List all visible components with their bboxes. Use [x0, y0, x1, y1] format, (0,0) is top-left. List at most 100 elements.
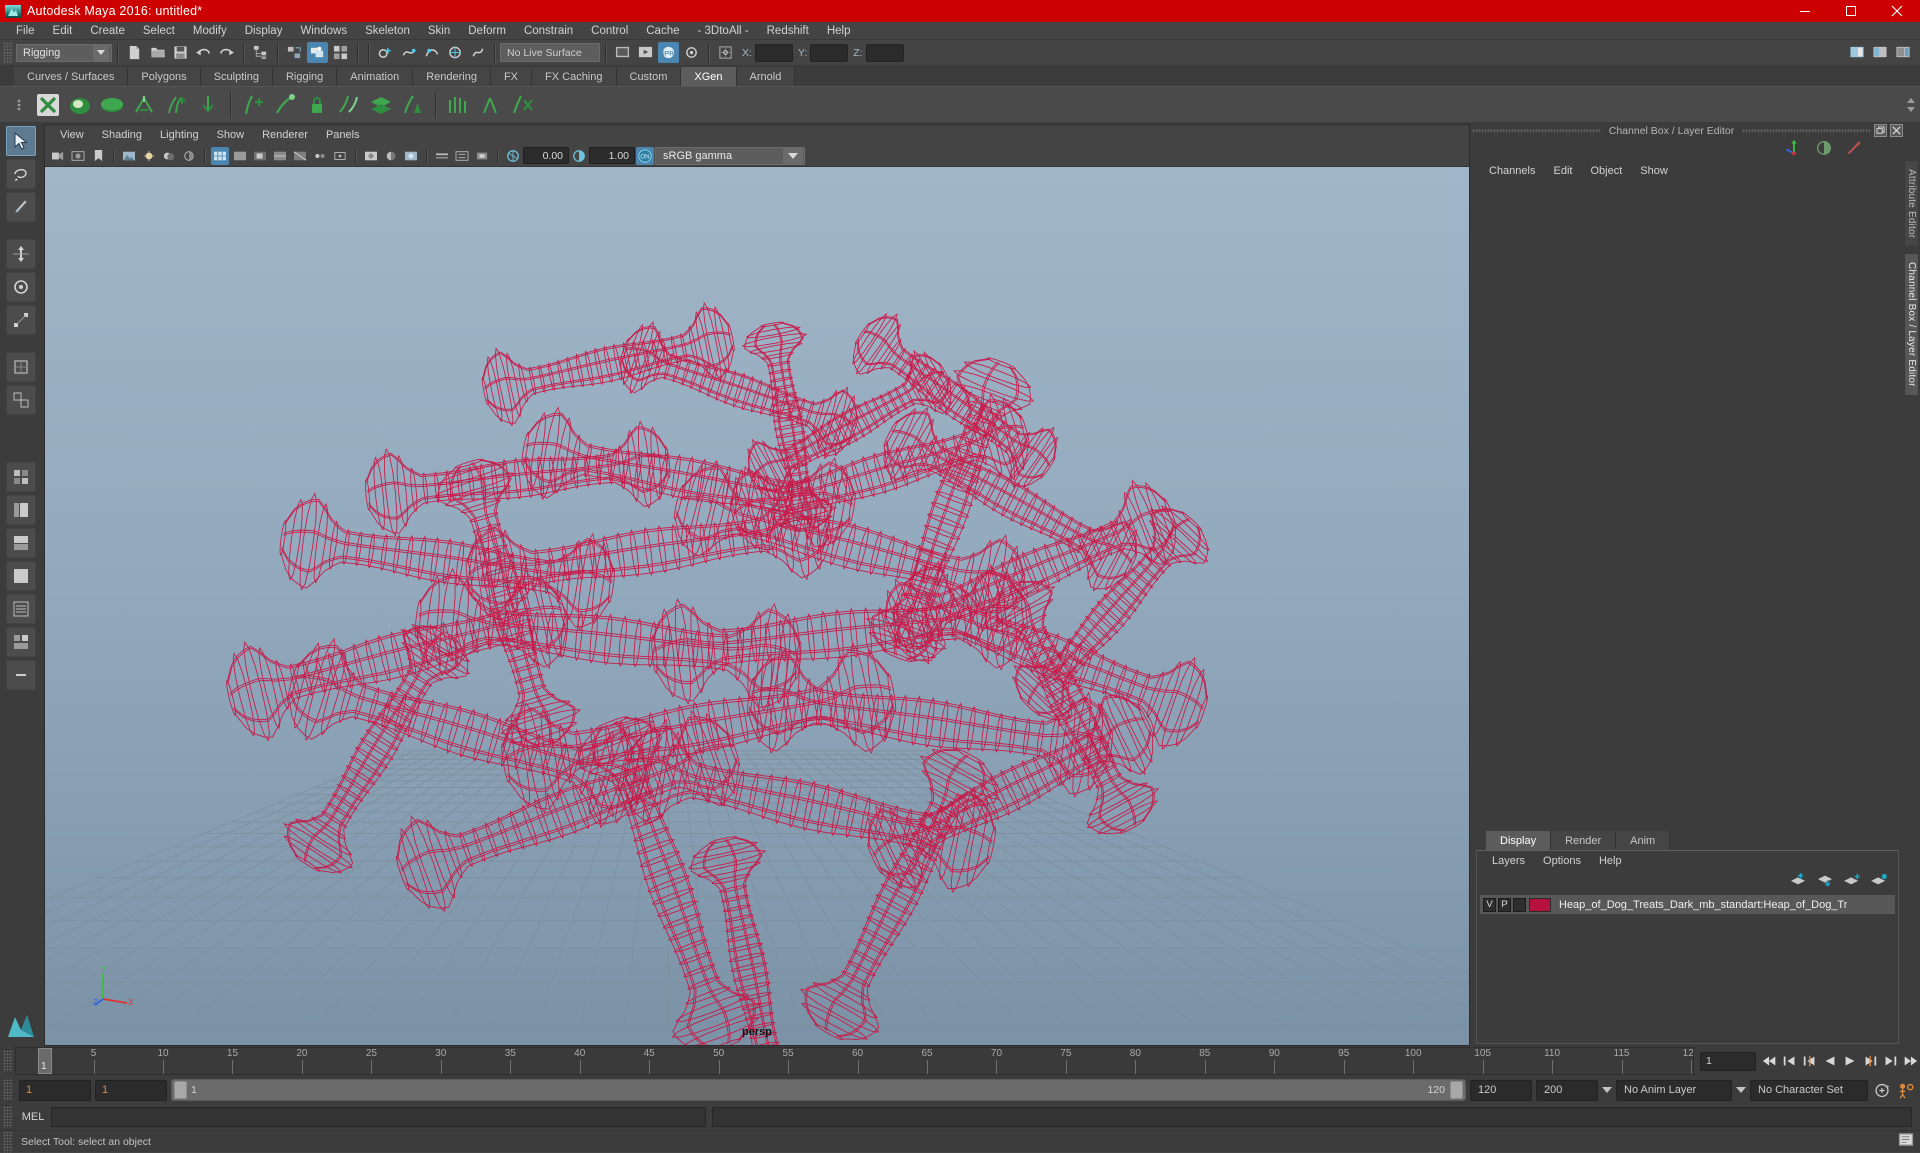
coord-x-input[interactable]: [755, 44, 793, 62]
xgen-layers-icon[interactable]: [366, 90, 396, 120]
smooth-shade-selected-icon[interactable]: [251, 147, 269, 165]
xgen-groom-brush-icon[interactable]: [129, 90, 159, 120]
universal-manipulator-button[interactable]: [6, 352, 36, 382]
current-time-indicator[interactable]: 1: [38, 1048, 52, 1074]
maximize-button[interactable]: [1828, 0, 1874, 22]
show-attribute-editor-icon[interactable]: [1846, 42, 1867, 63]
lasso-tool-button[interactable]: [6, 159, 36, 189]
quick-layout-outliner-button[interactable]: [6, 594, 36, 624]
menu-cache[interactable]: Cache: [637, 22, 688, 40]
shelf-tab-xgen[interactable]: XGen: [681, 67, 736, 86]
step-back-frame-button[interactable]: [1800, 1050, 1820, 1072]
image-plane-icon[interactable]: [120, 147, 138, 165]
quick-layout-persp-graph-button[interactable]: [6, 528, 36, 558]
animation-end-time-field[interactable]: 200: [1536, 1080, 1598, 1101]
viewport-menu-renderer[interactable]: Renderer: [253, 125, 317, 145]
range-bar[interactable]: 1 120: [171, 1079, 1466, 1101]
render-settings-icon[interactable]: [681, 42, 702, 63]
xgen-add-guide-icon[interactable]: [238, 90, 268, 120]
character-set-dropdown-arrow-icon[interactable]: [1736, 1087, 1746, 1093]
layer-menu-options[interactable]: Options: [1534, 851, 1590, 871]
display-layer-list[interactable]: VPHeap_of_Dog_Treats_Dark_mb_standart:He…: [1477, 893, 1898, 1043]
shelf-tab-arnold[interactable]: Arnold: [737, 67, 796, 86]
rangeslider-grip[interactable]: [3, 1079, 13, 1101]
statusline-grip[interactable]: [3, 42, 13, 64]
xgen-interactive-groom-icon[interactable]: [443, 90, 473, 120]
menu-help[interactable]: Help: [818, 22, 860, 40]
range-end-handle[interactable]: [1450, 1081, 1463, 1099]
undo-button[interactable]: [193, 42, 214, 63]
exposure-input[interactable]: 0.00: [523, 147, 569, 164]
playback-start-time-field[interactable]: 1: [95, 1080, 167, 1101]
shelf-tab-sculpting[interactable]: Sculpting: [201, 67, 273, 86]
xgen-spline-primitive-icon[interactable]: [97, 90, 127, 120]
live-surface-field[interactable]: No Live Surface: [500, 43, 600, 62]
layer-tab-display[interactable]: Display: [1486, 831, 1551, 850]
range-start-handle[interactable]: [174, 1081, 187, 1099]
menu-create[interactable]: Create: [81, 22, 134, 40]
quick-layout-collapse-button[interactable]: [6, 660, 36, 690]
open-scene-button[interactable]: [147, 42, 168, 63]
layer-tab-anim[interactable]: Anim: [1616, 831, 1670, 850]
menu-control[interactable]: Control: [582, 22, 637, 40]
render-stats-icon[interactable]: [1845, 139, 1863, 162]
channelbox-menu-object[interactable]: Object: [1581, 161, 1631, 181]
ao-icon[interactable]: [180, 147, 198, 165]
shelf-tab-fx-caching[interactable]: FX Caching: [532, 67, 616, 86]
shelf-tab-curves-surfaces[interactable]: Curves / Surfaces: [14, 67, 128, 86]
menu-redshift[interactable]: Redshift: [758, 22, 818, 40]
two-sided-lighting-icon[interactable]: [140, 147, 158, 165]
menu-display[interactable]: Display: [236, 22, 292, 40]
viewport-settings-icon[interactable]: [453, 147, 471, 165]
shadows-icon[interactable]: [160, 147, 178, 165]
xgen-sculpt-guide-icon[interactable]: [270, 90, 300, 120]
gamma-input[interactable]: 1.00: [589, 147, 635, 164]
layer-color-swatch[interactable]: [1529, 898, 1551, 912]
soft-select-button[interactable]: [6, 385, 36, 415]
step-back-keyframe-button[interactable]: [1780, 1050, 1800, 1072]
select-by-component-type-button[interactable]: [330, 42, 351, 63]
move-layer-down-icon[interactable]: [1816, 873, 1834, 892]
xgen-collision-icon[interactable]: [193, 90, 223, 120]
x-ray-icon[interactable]: [291, 147, 309, 165]
tab-attribute-editor[interactable]: Attribute Editor: [1904, 160, 1919, 247]
move-manipulator-icon[interactable]: [1785, 139, 1803, 162]
scale-tool-button[interactable]: [6, 305, 36, 335]
viewport-menu-lighting[interactable]: Lighting: [151, 125, 208, 145]
shelf-tab-rendering[interactable]: Rendering: [413, 67, 491, 86]
x-ray-active-components-icon[interactable]: [331, 147, 349, 165]
animation-start-time-field[interactable]: 1: [19, 1080, 91, 1101]
viewport-menu-view[interactable]: View: [51, 125, 93, 145]
select-camera-icon[interactable]: [49, 147, 67, 165]
layer-menu-layers[interactable]: Layers: [1483, 851, 1534, 871]
paint-selection-tool-button[interactable]: [6, 192, 36, 222]
menu-deform[interactable]: Deform: [459, 22, 515, 40]
menuset-selector[interactable]: Rigging: [16, 44, 112, 62]
create-layer-from-selected-icon[interactable]: [1870, 873, 1888, 892]
smooth-shade-all-icon[interactable]: [231, 147, 249, 165]
persp-viewport[interactable]: Y X Z persp: [45, 167, 1469, 1045]
bookmark-icon[interactable]: [89, 147, 107, 165]
hardware-fog-icon[interactable]: [433, 147, 451, 165]
selection-mask-hierarchy-icon[interactable]: [250, 42, 271, 63]
x-ray-joints-icon[interactable]: [311, 147, 329, 165]
quick-layout-single-button[interactable]: [6, 561, 36, 591]
current-frame-field[interactable]: 1: [1700, 1052, 1756, 1071]
statusbar-grip[interactable]: [3, 1131, 13, 1153]
xgen-convert-to-polygons-icon[interactable]: [398, 90, 428, 120]
xgen-delete-icon[interactable]: [507, 90, 537, 120]
menu-modify[interactable]: Modify: [184, 22, 236, 40]
step-forward-frame-button[interactable]: [1860, 1050, 1880, 1072]
snap-to-projected-center-icon[interactable]: [444, 42, 465, 63]
xgen-editor-icon[interactable]: [33, 90, 63, 120]
shelf-tab-polygons[interactable]: Polygons: [128, 67, 200, 86]
menu-file[interactable]: File: [7, 22, 44, 40]
shelf-options-menu[interactable]: [5, 88, 33, 122]
new-scene-button[interactable]: [124, 42, 145, 63]
layer-tab-render[interactable]: Render: [1551, 831, 1616, 850]
viewport-menu-panels[interactable]: Panels: [317, 125, 369, 145]
color-management-selector[interactable]: sRGB gamma: [655, 147, 805, 165]
shelf-tab-animation[interactable]: Animation: [337, 67, 413, 86]
xgen-add-clump-icon[interactable]: [161, 90, 191, 120]
quick-layout-persp-outliner-button[interactable]: [6, 495, 36, 525]
